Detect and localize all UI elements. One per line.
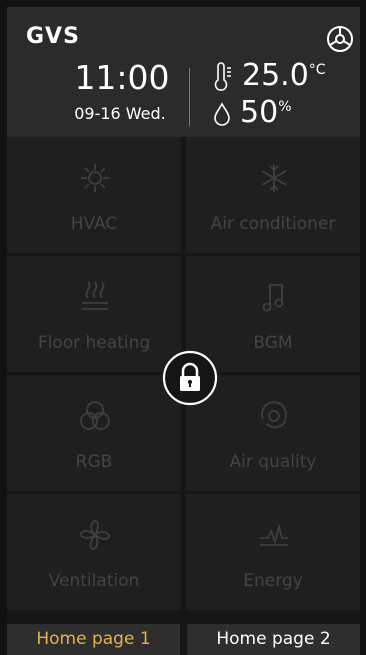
tab-home-page-2[interactable]: Home page 2 <box>187 624 360 655</box>
tile-label: HVAC <box>70 214 118 234</box>
lock-icon[interactable] <box>155 349 225 407</box>
tile-ventilation[interactable]: Ventilation <box>7 494 181 610</box>
rgb-circles-icon <box>80 401 110 430</box>
tab-home-page-1[interactable]: Home page 1 <box>7 624 180 655</box>
thermometer-icon <box>214 62 231 91</box>
tile-label: RGB <box>75 452 113 472</box>
tile-label: Energy <box>243 571 303 591</box>
air-quality-icon <box>261 401 287 429</box>
brand-logo: GVS <box>26 24 80 49</box>
tile-hvac[interactable]: HVAC <box>7 137 181 253</box>
humidity-drop-icon <box>214 102 230 126</box>
clock-date: 09-16 Wed. <box>74 104 166 123</box>
gear-icon[interactable] <box>325 24 355 54</box>
music-note-icon <box>262 284 284 312</box>
temperature-value: 25.0°C <box>242 58 326 93</box>
tile-label: Ventilation <box>48 571 140 591</box>
hvac-icon <box>81 164 109 192</box>
clock-time: 11:00 <box>74 58 170 97</box>
snowflake-icon <box>261 164 287 192</box>
energy-pulse-icon <box>260 523 288 546</box>
floor-heating-icon <box>82 281 108 310</box>
tile-label: Air conditioner <box>210 214 336 234</box>
tile-air-conditioner[interactable]: Air conditioner <box>186 137 360 253</box>
tile-label: Air quality <box>229 452 317 472</box>
humidity-value: 50% <box>240 95 292 130</box>
header-divider <box>189 68 190 126</box>
tile-energy[interactable]: Energy <box>186 494 360 610</box>
fan-icon <box>80 520 110 550</box>
